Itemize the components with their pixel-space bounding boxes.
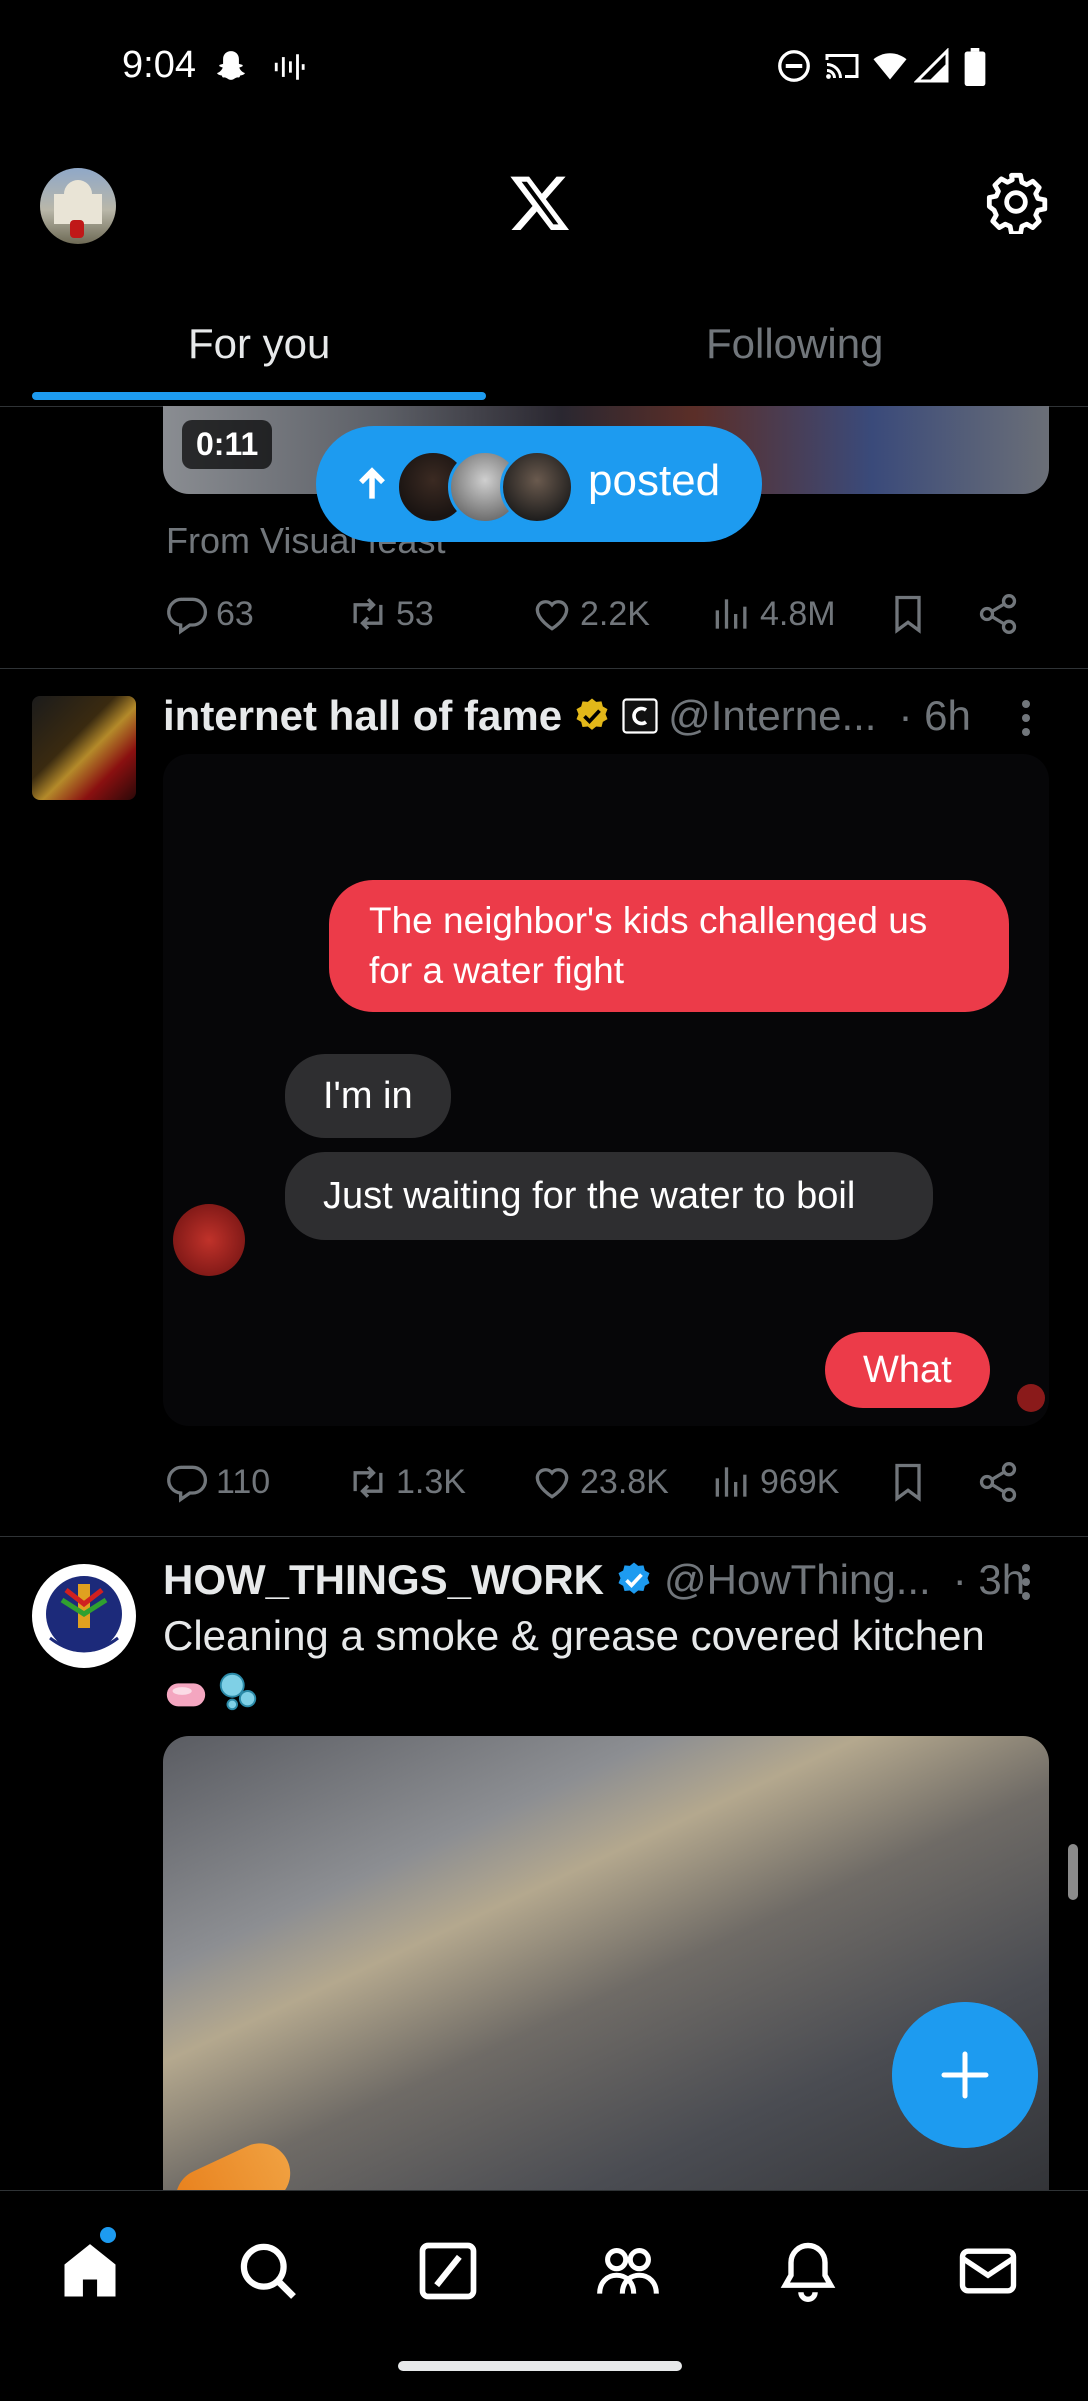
gear-icon[interactable] <box>984 170 1048 234</box>
views-count: 969K <box>760 1462 840 1501</box>
bookmark-icon <box>895 595 921 634</box>
do-not-disturb-icon <box>778 50 810 82</box>
reply-count: 110 <box>216 1462 271 1501</box>
views-button[interactable]: 969K <box>710 1460 839 1504</box>
soap-icon <box>166 1683 206 1707</box>
new-posts-label: posted <box>588 456 721 505</box>
post-emoji <box>163 1668 261 1714</box>
reply-count: 63 <box>216 594 254 633</box>
repost-count: 53 <box>396 594 434 633</box>
post-time: · 6h <box>898 692 971 739</box>
views-icon <box>715 1467 747 1497</box>
verified-badge-blue-icon <box>618 1562 650 1594</box>
chat-bubble-received: The neighbor's kids challenged us for a … <box>329 880 1009 1012</box>
reply-icon <box>167 597 208 635</box>
bubbles-icon <box>219 1672 257 1711</box>
tab-following[interactable]: Following <box>706 320 883 368</box>
like-button[interactable]: 23.8K <box>530 1460 669 1504</box>
repost-button[interactable]: 53 <box>346 592 434 636</box>
x-logo-icon[interactable] <box>508 170 572 234</box>
bookmark-button[interactable] <box>886 1460 930 1504</box>
verified-badge-gold-icon <box>576 698 608 730</box>
gesture-home-bar[interactable] <box>398 2361 682 2371</box>
author-avatar[interactable] <box>32 696 136 800</box>
repost-icon <box>353 598 383 630</box>
compose-button[interactable] <box>892 2002 1038 2148</box>
cast-icon <box>825 54 859 79</box>
share-icon <box>979 594 1017 634</box>
tab-for-you[interactable]: For you <box>188 320 330 368</box>
reply-icon <box>167 1465 208 1503</box>
author-handle[interactable]: @HowThing... <box>664 1556 931 1604</box>
chat-bubble-sent: Just waiting for the water to boil <box>285 1152 933 1240</box>
pressure-washer-nozzle <box>165 2133 301 2190</box>
like-count: 2.2K <box>580 594 650 633</box>
reply-button[interactable]: 63 <box>166 592 254 636</box>
heart-icon <box>535 1468 569 1499</box>
poster-avatar <box>500 450 574 524</box>
repost-button[interactable]: 1.3K <box>346 1460 466 1504</box>
tab-selected-indicator <box>32 392 486 400</box>
home-notification-dot <box>100 2227 116 2243</box>
grok-icon[interactable] <box>414 2237 482 2305</box>
views-icon <box>715 599 747 629</box>
timeline-tabs: For you Following <box>0 300 1088 407</box>
author-handle[interactable]: @Interne... <box>668 692 876 740</box>
chat-bubble-sent: I'm in <box>285 1054 451 1138</box>
post-divider <box>0 668 1088 669</box>
arrow-up-icon <box>359 467 385 499</box>
more-options-icon[interactable] <box>1016 1562 1036 1602</box>
author-avatar[interactable] <box>32 1564 136 1668</box>
like-button[interactable]: 2.2K <box>530 592 650 636</box>
wifi-icon <box>873 53 907 80</box>
post-video-chat[interactable]: The neighbor's kids challenged us for a … <box>163 754 1049 1426</box>
chat-contact-avatar <box>173 1204 245 1276</box>
chat-bubble-received: What <box>825 1332 990 1408</box>
video-duration-badge: 0:11 <box>182 420 273 469</box>
views-count: 4.8M <box>760 594 836 633</box>
profile-avatar[interactable] <box>40 168 116 244</box>
share-icon <box>979 1462 1017 1502</box>
bell-icon[interactable] <box>774 2237 842 2305</box>
timeline-feed[interactable]: 0:11 From Visual feast 63 53 2.2K 4.8M i… <box>0 406 1088 2190</box>
author-name[interactable]: HOW_THINGS_WORK <box>163 1556 604 1604</box>
author-name[interactable]: internet hall of fame <box>163 692 562 740</box>
post-actions: 63 53 2.2K 4.8M <box>166 592 1046 642</box>
search-icon[interactable] <box>234 2237 302 2305</box>
like-count: 23.8K <box>580 1462 669 1501</box>
status-time: 9:04 <box>122 44 196 86</box>
bottom-navigation <box>0 2190 1088 2401</box>
views-button[interactable]: 4.8M <box>710 592 836 636</box>
post-text: Cleaning a smoke & grease covered kitche… <box>163 1612 985 1659</box>
repost-icon <box>353 1466 383 1498</box>
chat-read-avatar <box>1017 1384 1045 1412</box>
repost-count: 1.3K <box>396 1462 466 1501</box>
home-icon[interactable] <box>56 2237 124 2305</box>
affiliate-badge-icon <box>622 698 658 734</box>
bookmark-button[interactable] <box>886 592 930 636</box>
more-options-icon[interactable] <box>1016 698 1036 738</box>
communities-icon[interactable] <box>594 2237 662 2305</box>
new-posts-pill[interactable]: posted <box>316 426 762 542</box>
post-divider <box>0 1536 1088 1537</box>
reply-button[interactable]: 110 <box>166 1460 270 1504</box>
share-button[interactable] <box>976 1460 1020 1504</box>
post-header: HOW_THINGS_WORK @HowThing... · 3h <box>163 1556 1025 1604</box>
status-bar: 9:04 <box>0 0 1088 130</box>
post-header: internet hall of fame @Interne... · 6h <box>163 692 971 740</box>
scrollbar-thumb[interactable] <box>1068 1844 1078 1900</box>
voice-wave-icon <box>274 54 305 80</box>
share-button[interactable] <box>976 592 1020 636</box>
snapchat-icon <box>217 51 245 80</box>
bookmark-icon <box>895 1463 921 1502</box>
post-time: · 3h <box>952 1556 1026 1603</box>
signal-icon <box>914 48 949 83</box>
mail-icon[interactable] <box>954 2237 1022 2305</box>
post-actions: 110 1.3K 23.8K 969K <box>166 1460 1046 1510</box>
battery-icon <box>964 48 986 86</box>
heart-icon <box>535 600 569 631</box>
